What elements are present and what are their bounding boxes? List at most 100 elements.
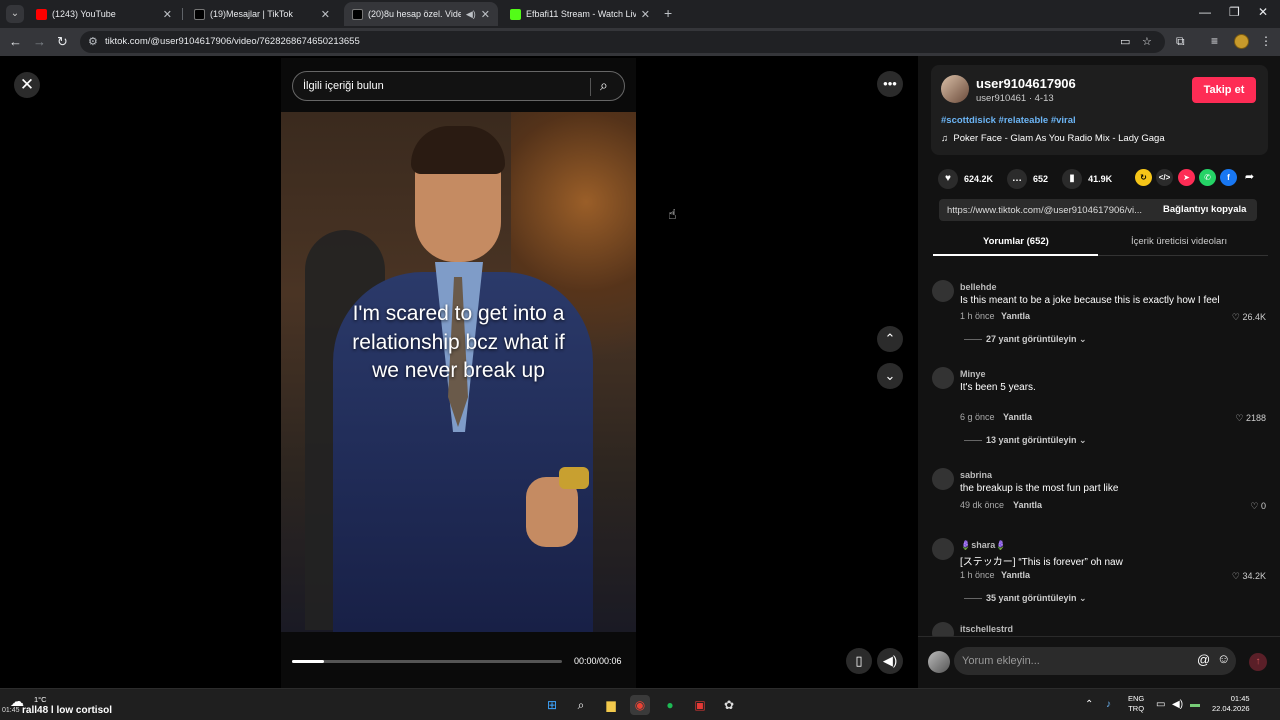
music-row[interactable]: ♫ Poker Face - Glam As You Radio Mix - L… — [941, 133, 1165, 144]
heart-icon[interactable]: ♥ — [938, 169, 958, 189]
previous-video-icon[interactable]: ⌃ — [877, 326, 903, 352]
app-gear-icon[interactable]: ✿ — [719, 695, 739, 715]
site-info-icon[interactable]: ⚙ — [88, 35, 98, 48]
post-comment-icon[interactable]: ↑ — [1249, 653, 1267, 671]
comment-user[interactable]: bellehde — [960, 282, 997, 292]
menu-icon[interactable]: ⋮ — [1260, 34, 1272, 48]
tab-close-icon[interactable]: ✕ — [321, 8, 330, 21]
file-explorer-icon[interactable]: ▆ — [601, 695, 621, 715]
mention-icon[interactable]: @ — [1197, 652, 1210, 667]
volume-icon[interactable]: ◀) — [877, 648, 903, 674]
video-player[interactable]: İlgili içeriği bulun ⌕ I'm scared to get… — [281, 58, 636, 688]
tab-creator-videos[interactable]: İçerik üreticisi videoları — [1131, 236, 1227, 247]
embed-icon[interactable]: </> — [1156, 169, 1173, 186]
comment-like[interactable]: ♡ 0 — [1250, 501, 1266, 512]
reply-button[interactable]: Yanıtla — [1013, 500, 1042, 510]
commenter-avatar[interactable] — [932, 622, 954, 636]
app-red-icon[interactable]: ▣ — [690, 695, 710, 715]
search-icon[interactable]: ⌕ — [571, 695, 591, 715]
tab-tiktok-messages[interactable]: (19)Mesajlar | TikTok ✕ — [186, 2, 338, 26]
tab-tiktok-video[interactable]: (20)8u hesap özel. Videolar ◀) ✕ — [344, 2, 498, 26]
reply-button[interactable]: Yanıtla — [1001, 570, 1030, 580]
comment-like[interactable]: ♡ 34.2K — [1232, 571, 1266, 582]
network-icon[interactable]: ▭ — [1156, 699, 1165, 710]
share-arrow-icon[interactable]: ➦ — [1241, 169, 1258, 186]
comment-user[interactable]: 🪻shara🪻 — [960, 540, 1006, 551]
whatsapp-icon[interactable]: ✆ — [1199, 169, 1216, 186]
comment-user[interactable]: sabrina — [960, 470, 992, 480]
creator-avatar[interactable] — [941, 75, 969, 103]
reply-button[interactable]: Yanıtla — [1001, 311, 1030, 321]
clock[interactable]: 01:45 22.04.2026 — [1212, 694, 1250, 714]
reload-icon[interactable]: ↻ — [57, 34, 68, 50]
restore-icon[interactable]: ❐ — [1229, 5, 1240, 19]
comment-like[interactable]: ♡ 2188 — [1235, 413, 1266, 424]
commenter-avatar[interactable] — [932, 367, 954, 389]
media-controls-icon[interactable]: ≡ — [1211, 34, 1218, 48]
view-replies-button[interactable]: 27 yanıt görüntüleyin ⌄ — [964, 334, 1087, 345]
language-indicator[interactable]: ENG TRQ — [1128, 694, 1144, 714]
close-window-icon[interactable]: ✕ — [1258, 5, 1268, 19]
commenter-avatar[interactable] — [932, 468, 954, 490]
address-bar[interactable]: ⚙ tiktok.com/@user9104617906/video/76282… — [80, 31, 1165, 53]
facebook-icon[interactable]: f — [1220, 169, 1237, 186]
hashtags[interactable]: #scottdisick #relateable #viral — [941, 115, 1076, 126]
comment-like[interactable]: ♡ 26.4K — [1232, 312, 1266, 323]
comment-stat[interactable]: … 652 — [1007, 169, 1048, 189]
search-icon[interactable]: ⌕ — [600, 77, 608, 94]
new-tab-icon[interactable]: + — [664, 5, 672, 21]
like-stat[interactable]: ♥ 624.2K — [938, 169, 993, 189]
spotify-icon[interactable]: ● — [660, 695, 680, 715]
more-options-icon[interactable]: ••• — [877, 71, 903, 97]
save-stat[interactable]: ▮ 41.9K — [1062, 169, 1112, 189]
tab-close-icon[interactable]: ✕ — [641, 8, 650, 21]
search-placeholder[interactable]: İlgili içeriği bulun — [303, 80, 384, 92]
video-progress-bar[interactable] — [292, 660, 562, 663]
related-search-bar[interactable]: İlgili içeriği bulun ⌕ — [292, 71, 625, 101]
bookmark-star-icon[interactable]: ☆ — [1142, 35, 1152, 48]
comment-user[interactable]: itschellestrd — [960, 624, 1013, 634]
share-link-url[interactable]: https://www.tiktok.com/@user9104617906/v… — [947, 205, 1152, 216]
profile-avatar[interactable] — [1234, 34, 1249, 49]
next-video-icon[interactable]: ⌄ — [877, 363, 903, 389]
follow-button[interactable]: Takip et — [1192, 77, 1256, 103]
back-icon[interactable]: ← — [9, 34, 22, 49]
url-text[interactable]: tiktok.com/@user9104617906/video/7628268… — [105, 36, 360, 47]
emoji-icon[interactable]: ☺ — [1217, 651, 1230, 666]
tab-kick-stream[interactable]: Efbafi11 Stream - Watch Live on ✕ — [502, 2, 658, 26]
speaker-icon[interactable]: ◀) — [466, 9, 476, 20]
comment-user[interactable]: Minye — [960, 369, 986, 379]
view-replies-button[interactable]: 13 yanıt görüntüleyin ⌄ — [964, 435, 1087, 446]
mini-player-icon[interactable]: ▯ — [846, 648, 872, 674]
minimize-icon[interactable]: — — [1199, 5, 1211, 19]
commenter-avatar[interactable] — [932, 538, 954, 560]
forward-icon[interactable]: → — [33, 34, 46, 49]
like-count: 624.2K — [964, 174, 994, 184]
watch — [559, 467, 589, 489]
commenter-avatar[interactable] — [932, 280, 954, 302]
comment-input[interactable] — [962, 652, 1192, 670]
chrome-icon[interactable]: ◉ — [630, 695, 650, 715]
repost-icon[interactable]: ↻ — [1135, 169, 1152, 186]
reply-button[interactable]: Yanıtla — [1003, 412, 1032, 422]
start-icon[interactable]: ⊞ — [542, 695, 562, 715]
volume-tray-icon[interactable]: ◀) — [1172, 699, 1183, 710]
battery-icon[interactable]: ▬ — [1190, 699, 1200, 710]
extensions-icon[interactable]: ⧉ — [1176, 34, 1185, 49]
creator-username[interactable]: user9104617906 — [976, 76, 1076, 91]
microphone-icon[interactable]: ♪ — [1106, 699, 1111, 710]
bookmark-icon[interactable]: ▮ — [1062, 169, 1083, 189]
copy-link-button[interactable]: Bağlantıyı kopyala — [1157, 199, 1253, 221]
music-title[interactable]: Poker Face - Glam As You Radio Mix - Lad… — [953, 133, 1164, 144]
cast-icon[interactable]: ▭ — [1120, 35, 1130, 48]
tab-youtube[interactable]: (1243) YouTube ✕ — [28, 2, 180, 26]
tab-close-icon[interactable]: ✕ — [163, 8, 172, 21]
comment-icon[interactable]: … — [1007, 169, 1028, 189]
view-replies-button[interactable]: 35 yanıt görüntüleyin ⌄ — [964, 593, 1087, 604]
close-video-icon[interactable]: ✕ — [14, 72, 40, 98]
tray-chevron-icon[interactable]: ⌃ — [1085, 699, 1093, 710]
send-icon[interactable]: ➤ — [1178, 169, 1195, 186]
tab-comments[interactable]: Yorumlar (652) — [983, 236, 1049, 247]
tab-search-dropdown-icon[interactable]: ⌄ — [6, 5, 24, 23]
tab-close-icon[interactable]: ✕ — [481, 8, 490, 21]
